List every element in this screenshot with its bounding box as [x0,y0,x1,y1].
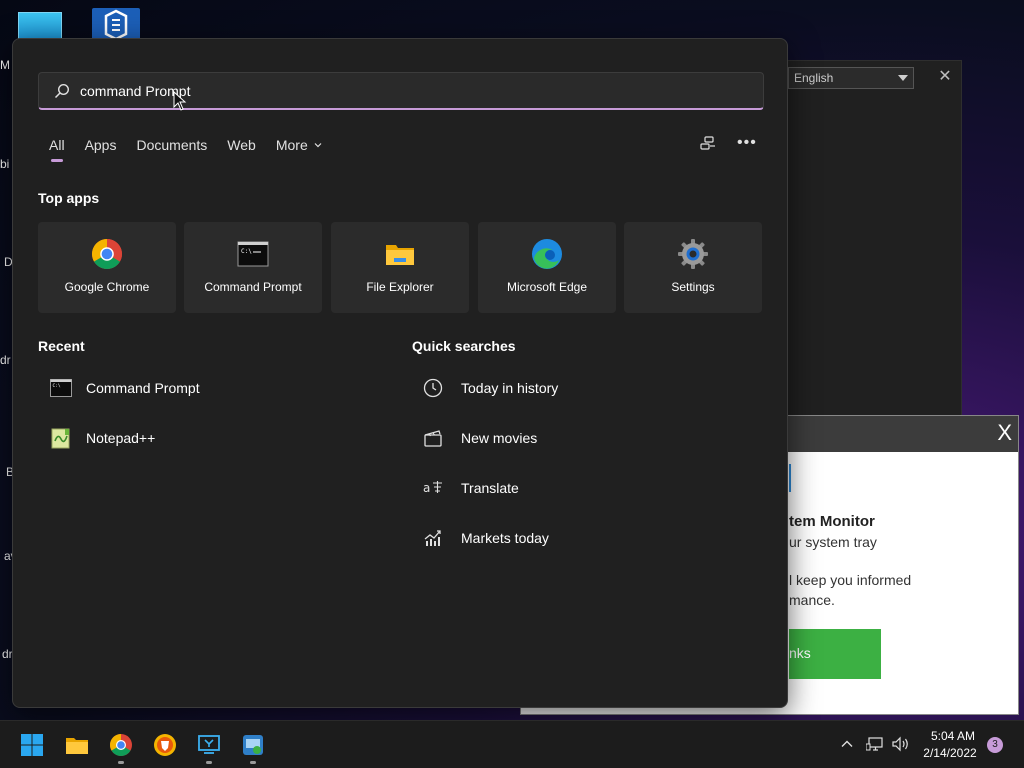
quick-search-today-in-history[interactable]: Today in history [423,378,558,398]
quick-search-label: Markets today [461,530,549,546]
clock-icon [423,378,443,398]
recent-item-label: Notepad++ [86,430,156,446]
chrome-icon [91,239,123,270]
mouse-pointer-icon [173,91,187,111]
popup-body-line: l keep you informed [789,572,912,588]
gear-icon [678,239,708,269]
volume-icon[interactable] [892,736,910,752]
tab-web[interactable]: Web [227,137,256,153]
tab-label: Web [227,137,256,153]
tab-label: All [49,137,65,153]
desktop-label: dr [0,353,11,367]
popup-subtitle: ur system tray [789,534,877,550]
top-app-settings[interactable]: Settings [624,222,762,313]
quick-search-label: Translate [461,480,519,496]
search-tabs: All Apps Documents Web More [49,137,342,162]
tab-label: More [275,137,308,153]
top-app-label: Microsoft Edge [506,280,588,294]
quick-search-new-movies[interactable]: New movies [423,428,537,448]
chevron-down-icon [898,75,908,81]
clapperboard-icon [424,430,442,447]
popup-confirm-button[interactable]: nks [789,629,881,679]
file-explorer-taskbar-icon[interactable] [65,733,89,757]
tab-more[interactable]: More [276,137,322,153]
folder-icon [386,245,414,265]
chevron-up-icon[interactable] [840,737,854,751]
tab-all[interactable]: All [49,137,65,162]
quick-search-label: Today in history [461,380,559,396]
background-window [760,60,962,416]
close-icon[interactable]: ✕ [936,68,954,86]
clock-time[interactable]: 5:04 AM [928,729,978,743]
tab-label: Apps [84,137,117,153]
top-app-label: Settings [671,280,715,294]
more-options-icon[interactable]: ••• [737,134,757,152]
chrome-taskbar-icon[interactable] [109,733,133,757]
recent-item-command-prompt[interactable]: C:\ Command Prompt [50,377,200,399]
language-select[interactable]: English [788,67,914,89]
search-box[interactable] [38,72,764,110]
brave-taskbar-icon[interactable] [153,733,177,757]
cmd-icon: C:\ [50,379,72,397]
search-options-icon[interactable] [699,135,717,153]
language-select-value: English [794,71,834,85]
popup-close-button[interactable]: X [997,420,1012,446]
app-shortcut-icon [104,9,128,41]
edge-icon [532,239,562,269]
running-indicator [206,761,212,764]
translate-icon: a [423,481,442,495]
search-icon [54,83,70,98]
top-app-label: Command Prompt [204,280,302,294]
top-app-microsoft-edge[interactable]: Microsoft Edge [478,222,616,313]
quick-searches-heading: Quick searches [412,338,516,354]
quick-search-markets-today[interactable]: Markets today [423,528,549,548]
running-indicator [250,761,256,764]
popup-button-label: nks [789,645,811,661]
quick-search-label: New movies [461,430,538,446]
top-app-label: File Explorer [366,280,434,294]
windows-start-icon[interactable] [20,733,44,757]
svg-text:a: a [423,481,430,495]
tab-apps[interactable]: Apps [85,137,117,153]
top-app-command-prompt[interactable]: C:\ Command Prompt [184,222,322,313]
desktop-label: M [0,58,10,72]
svg-text:C:\: C:\ [53,383,61,389]
top-app-file-explorer[interactable]: File Explorer [331,222,469,313]
popup-body-line: mance. [789,592,835,608]
desktop-label: bi [0,157,10,171]
running-indicator [118,761,124,764]
recent-item-notepad-plus-plus[interactable]: Notepad++ [50,427,155,449]
svg-text:C:\: C:\ [241,248,252,255]
tab-documents[interactable]: Documents [136,137,207,153]
desktop-icon-2[interactable] [92,8,140,42]
taskbar: 5:04 AM 2/14/2022 3 [0,720,1024,768]
system-monitor-taskbar-icon[interactable] [241,733,265,757]
notepad-icon [51,428,70,449]
chevron-down-icon [314,143,322,148]
start-search-panel: All Apps Documents Web More ••• Top apps… [12,38,788,708]
quick-search-translate[interactable]: a Translate [423,478,519,498]
chart-icon [424,530,441,546]
clock-date[interactable]: 2/14/2022 [920,746,980,760]
popup-title: tem Monitor [789,513,875,530]
recent-heading: Recent [38,338,85,354]
tab-label: Documents [136,137,208,153]
top-app-label: Google Chrome [64,280,150,294]
remote-desktop-taskbar-icon[interactable] [197,733,221,757]
top-app-google-chrome[interactable]: Google Chrome [38,222,176,313]
cmd-icon: C:\ [237,241,269,267]
network-icon[interactable] [866,736,884,752]
popup-accent-bar [789,464,791,492]
recent-item-label: Command Prompt [86,380,200,396]
top-apps-heading: Top apps [38,190,100,206]
notification-badge[interactable]: 3 [987,737,1003,753]
